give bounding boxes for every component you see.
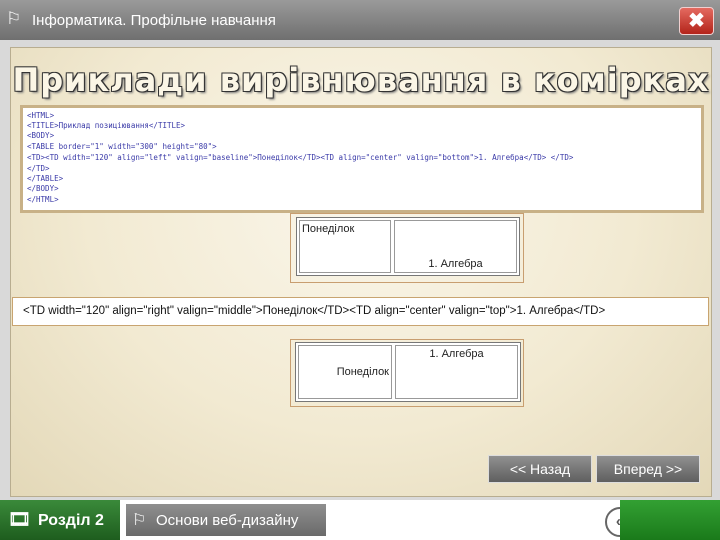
code-listing: <HTML> <TITLE>Приклад позиціювання</TITL… [20,105,704,213]
example-table-2: Понеділок 1. Алгебра [295,342,521,402]
table-cell-lesson: 1. Алгебра [394,220,517,273]
code-line: </TD> [27,164,50,173]
example-table-1: Понеділок 1. Алгебра [296,217,520,276]
slide-content: Приклади вирівнювання в комірках <HTML> … [10,47,712,497]
topic-label: Основи веб-дизайну [156,512,299,529]
cell-text: 1. Алгебра [429,348,484,360]
cell-text: 1. Алгебра [428,258,483,270]
presentation-window: ⚐ Інформатика. Профільне навчання ✖ Прик… [0,0,720,500]
table-cell-day: Понеділок [298,345,392,399]
section-label: Розділ 2 [38,512,104,529]
slide-heading: Приклади вирівнювання в комірках [12,61,710,99]
alignment-description: <TD width="120" align="right" valign="mi… [12,297,709,326]
footer-accent [620,500,720,540]
code-line: </TABLE> [27,174,64,183]
topic-tab[interactable]: ⚐ Основи веб-дизайну [126,504,326,536]
section-tab[interactable]: 🎞 Розділ 2 [0,500,120,540]
flag-icon: ⚐ [6,9,22,28]
code-line: <HTML> [27,111,55,120]
footer-bar: 🎞 Розділ 2 ⚐ Основи веб-дизайну « [0,500,720,540]
back-button[interactable]: << Назад [488,455,592,483]
window-title: Інформатика. Профільне навчання [32,12,276,29]
code-line: </HTML> [27,195,59,204]
cell-text: Понеділок [302,223,355,235]
code-line: <TABLE border="1" width="300" height="80… [27,142,217,151]
flag-icon: ⚐ [132,512,147,529]
close-button[interactable]: ✖ [679,7,714,35]
title-bar: ⚐ Інформатика. Профільне навчання ✖ [0,0,720,40]
cell-text: Понеділок [336,366,389,378]
code-line: <TD><TD width="120" align="left" valign=… [27,153,574,162]
film-icon: 🎞 [8,509,31,529]
code-line: </BODY> [27,184,59,193]
table-cell-lesson: 1. Алгебра [395,345,518,399]
forward-button[interactable]: Вперед >> [596,455,700,483]
table-cell-day: Понеділок [299,220,391,273]
code-line: <BODY> [27,131,55,140]
code-line: <TITLE>Приклад позиціювання</TITLE> [27,121,186,130]
